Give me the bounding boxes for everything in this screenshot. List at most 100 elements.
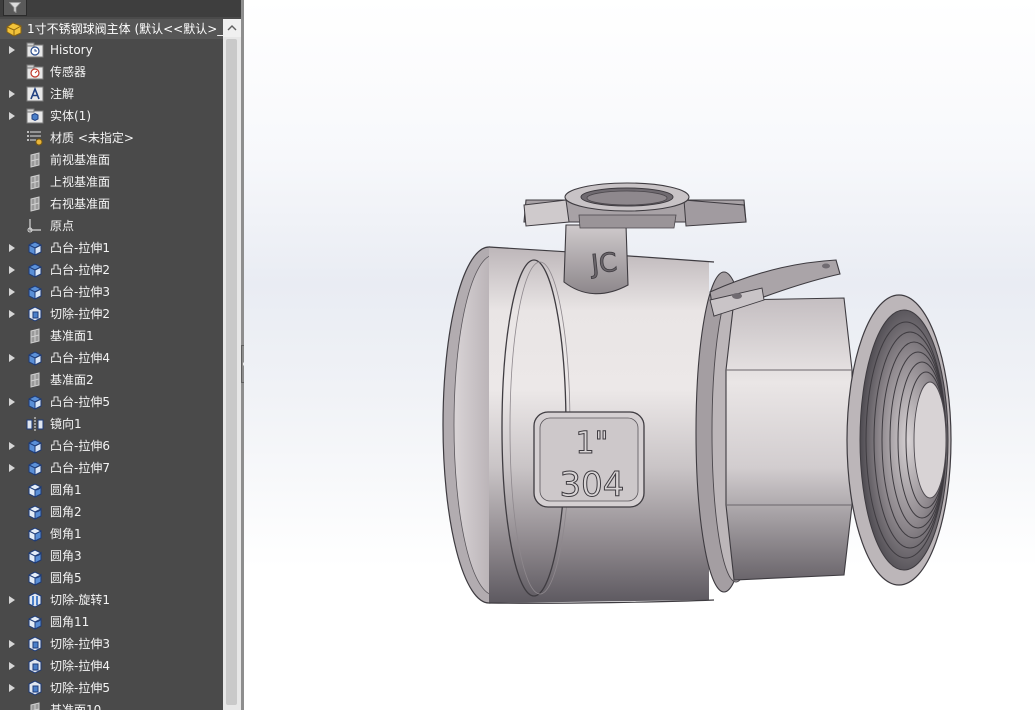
tree-item[interactable]: 注解 [0,83,223,105]
cut-revolve-icon [26,592,44,608]
tree-item-label: 前视基准面 [50,153,111,167]
tree-item[interactable]: 前视基准面 [0,149,223,171]
expand-arrow-icon[interactable] [9,303,15,325]
plane-icon [26,174,44,190]
emboss-size-text: 1" [576,426,609,461]
expand-arrow-icon[interactable] [9,391,15,413]
plane-icon [26,196,44,212]
tree-item-label: 实体(1) [50,109,91,123]
graphics-viewport[interactable]: JC 1" 304 [244,0,1035,710]
expand-arrow-icon[interactable] [9,259,15,281]
expand-arrow-icon[interactable] [9,237,15,259]
expand-arrow-icon[interactable] [9,83,15,105]
ball-valve-body-model[interactable]: JC 1" 304 [244,0,1035,710]
expand-arrow-icon[interactable] [9,589,15,611]
fillet-icon [26,548,44,564]
tree-root-part[interactable]: 1寸不锈钢球阀主体 (默认<<默认>_显示状态 1>) [0,19,223,39]
tree-item-label: 圆角11 [50,615,90,629]
tree-item[interactable]: 切除-旋转1 [0,589,223,611]
boss-extrude-icon [26,350,44,366]
sensor-icon [26,64,44,80]
tree-item[interactable]: History [0,39,223,61]
boss-extrude-icon [26,394,44,410]
expand-arrow-icon[interactable] [9,457,15,479]
tree-item[interactable]: 基准面10 [0,699,223,710]
tree-item-label: 切除-拉伸2 [50,307,110,321]
tree-root-label: 1寸不锈钢球阀主体 (默认<<默认>_显示状态 1>) [27,22,223,36]
tree-item[interactable]: 凸台-拉伸2 [0,259,223,281]
tree-item[interactable]: 凸台-拉伸5 [0,391,223,413]
tree-item[interactable]: 圆角5 [0,567,223,589]
part-icon [5,21,23,37]
tree-item-label: 凸台-拉伸4 [50,351,110,365]
plane-icon [26,702,44,710]
expand-arrow-icon[interactable] [9,281,15,303]
tree-item[interactable]: 倒角1 [0,523,223,545]
tree-item[interactable]: 上视基准面 [0,171,223,193]
boss-extrude-icon [26,438,44,454]
tree-item[interactable]: 圆角1 [0,479,223,501]
tree-item[interactable]: 切除-拉伸4 [0,655,223,677]
boss-extrude-icon [26,460,44,476]
tree-item[interactable]: 切除-拉伸3 [0,633,223,655]
expand-arrow-icon[interactable] [9,655,15,677]
tree-item-label: 上视基准面 [50,175,111,189]
tree-item-label: 圆角5 [50,571,82,585]
tree-item-label: 材质 <未指定> [50,131,134,145]
tree-item[interactable]: 材质 <未指定> [0,127,223,149]
tree-item[interactable]: 凸台-拉伸3 [0,281,223,303]
tree-scrollbar[interactable] [223,19,241,710]
tree-item-label: 凸台-拉伸6 [50,439,110,453]
expand-arrow-icon[interactable] [9,347,15,369]
tree-item[interactable]: 实体(1) [0,105,223,127]
tree-item-label: 圆角1 [50,483,82,497]
chamfer-icon [26,526,44,542]
expand-arrow-icon[interactable] [9,677,15,699]
tree-item-label: 基准面2 [50,373,94,387]
filter-icon[interactable] [3,0,27,16]
tree-item[interactable]: 传感器 [0,61,223,83]
annotation-icon [26,86,44,102]
expand-arrow-icon[interactable] [9,633,15,655]
tree-item[interactable]: 凸台-拉伸6 [0,435,223,457]
scrollbar-thumb[interactable] [226,39,237,705]
tree-item-label: History [50,43,93,57]
tree-item[interactable]: 凸台-拉伸7 [0,457,223,479]
tree-item[interactable]: 圆角3 [0,545,223,567]
tree-item-label: 传感器 [50,65,87,79]
tree-item-label: 原点 [50,219,75,233]
scroll-up-arrow-icon[interactable] [223,19,241,37]
tree-item-label: 基准面1 [50,329,94,343]
expand-arrow-icon[interactable] [9,105,15,127]
tree-item[interactable]: 基准面1 [0,325,223,347]
plane-icon [26,372,44,388]
tree-item[interactable]: 镜向1 [0,413,223,435]
tree-item-label: 切除-拉伸3 [50,637,110,651]
expand-arrow-icon[interactable] [9,435,15,457]
cut-extrude-icon [26,680,44,696]
tree-item[interactable]: 基准面2 [0,369,223,391]
fillet-icon [26,570,44,586]
tree-item-label: 凸台-拉伸2 [50,263,110,277]
tree-item-label: 切除-拉伸4 [50,659,110,673]
tree-item-label: 右视基准面 [50,197,111,211]
tree-item-label: 圆角2 [50,505,82,519]
tree-item-label: 凸台-拉伸7 [50,461,110,475]
boss-extrude-icon [26,240,44,256]
tree-item[interactable]: 切除-拉伸2 [0,303,223,325]
tree-item-label: 凸台-拉伸5 [50,395,110,409]
tree-item[interactable]: 凸台-拉伸1 [0,237,223,259]
boss-extrude-icon [26,284,44,300]
fillet-icon [26,614,44,630]
tree-item[interactable]: 右视基准面 [0,193,223,215]
expand-arrow-icon[interactable] [9,39,15,61]
tree-item[interactable]: 凸台-拉伸4 [0,347,223,369]
tree-item[interactable]: 圆角11 [0,611,223,633]
tree-item[interactable]: 原点 [0,215,223,237]
tree-item-label: 圆角3 [50,549,82,563]
tree-item[interactable]: 切除-拉伸5 [0,677,223,699]
tree-item[interactable]: 圆角2 [0,501,223,523]
fillet-icon [26,504,44,520]
origin-icon [26,218,44,234]
cut-extrude-icon [26,306,44,322]
